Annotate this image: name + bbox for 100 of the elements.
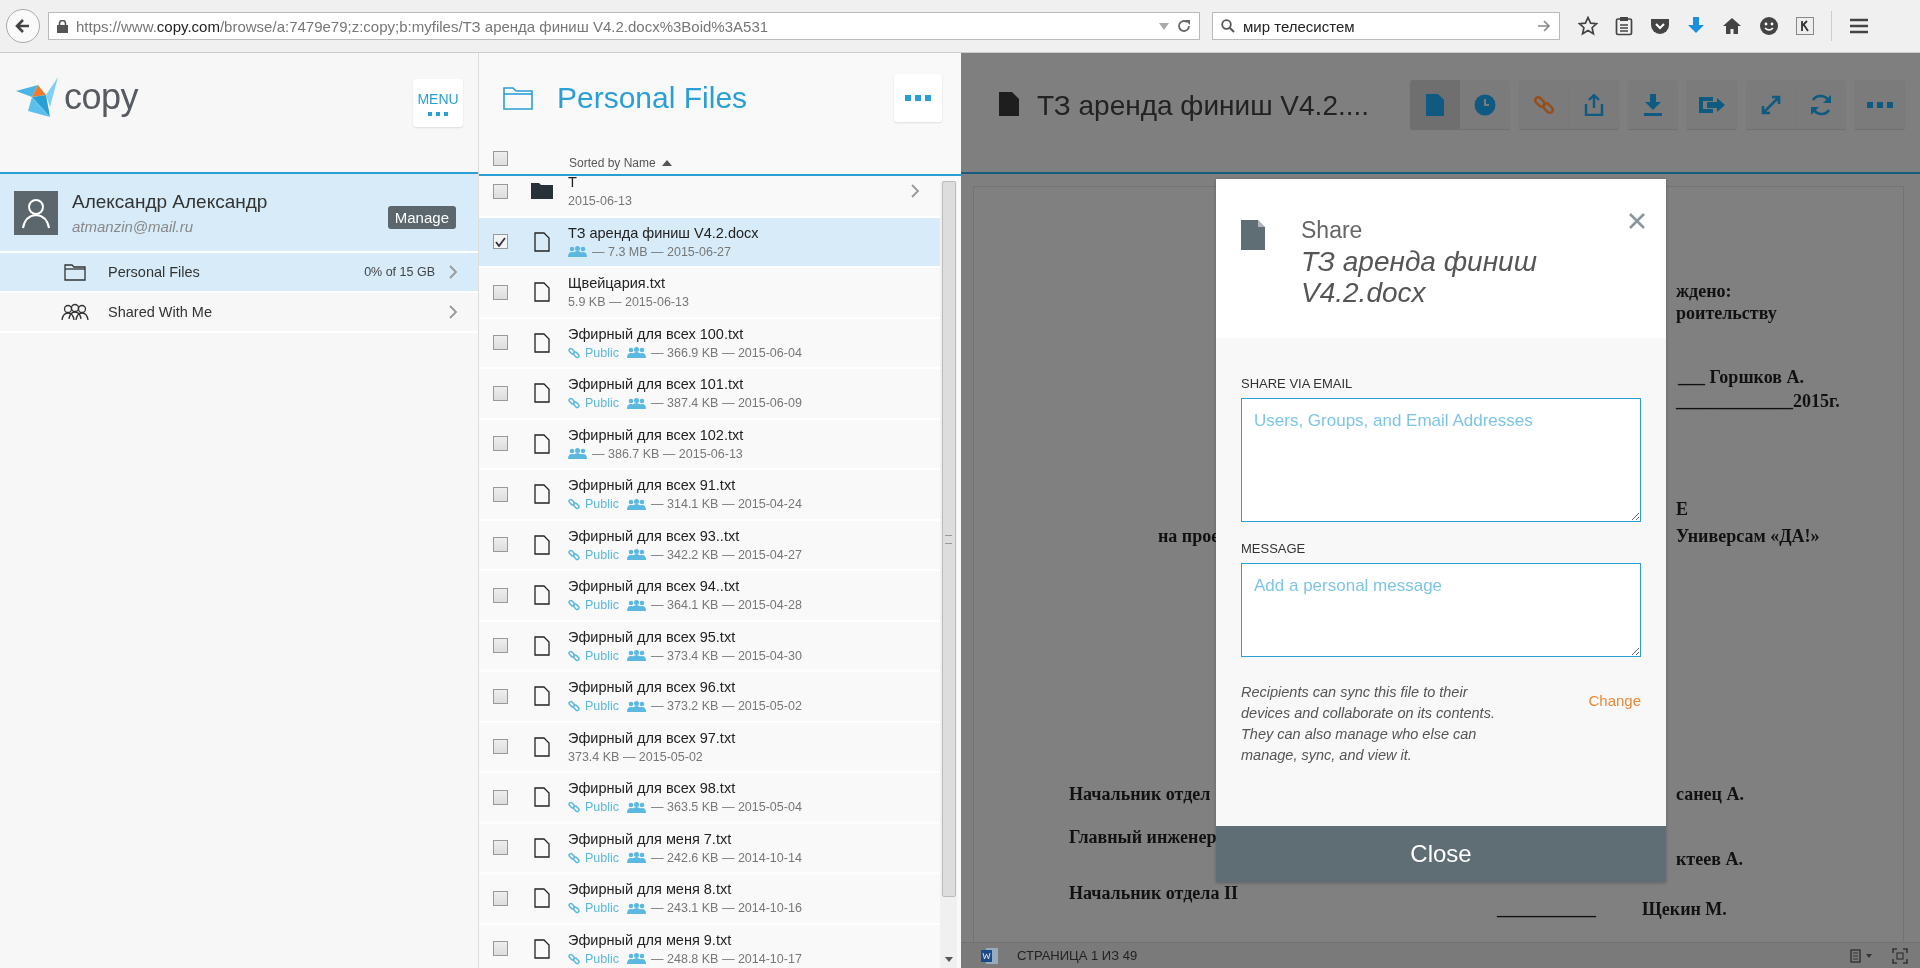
checkbox[interactable] [493, 234, 508, 250]
document-button[interactable] [1410, 80, 1460, 129]
chevron-right-icon [911, 184, 920, 199]
link-icon [568, 952, 580, 965]
file-details: — 364.1 KB — 2015-04-28 [651, 598, 802, 613]
public-label: Public [585, 951, 620, 966]
file-row[interactable]: Эфирный для всех 97.txt 373.4 KB — 2015-05-02 [479, 722, 940, 773]
checkbox[interactable] [493, 284, 508, 300]
file-name: Эфирный для всех 93..txt [568, 527, 741, 544]
reading-list-icon[interactable] [1615, 16, 1633, 36]
view-mode-icon[interactable] [1850, 948, 1874, 963]
link-icon [568, 346, 580, 359]
download-icon[interactable] [1687, 16, 1705, 36]
checkbox[interactable] [493, 385, 508, 401]
close-icon [1628, 212, 1646, 230]
clock-button[interactable] [1460, 80, 1510, 129]
checkbox[interactable] [493, 688, 508, 704]
share-icon [1584, 93, 1604, 116]
address-bar[interactable]: https://www.copy.com/browse/a:7479e79;z:copy;b:myfiles/ТЗ аренда финиш V4.2.docx%3Boid%3A531 [48, 12, 1200, 40]
checkbox[interactable] [493, 436, 508, 452]
word-document-icon [981, 946, 999, 965]
checkbox[interactable] [493, 840, 508, 856]
checkbox[interactable] [493, 587, 508, 603]
file-row[interactable]: Эфирный для всех 93..txt Public — 342.2 KB — 2015-04-27 [479, 520, 940, 571]
document-icon [1426, 93, 1444, 116]
checkbox[interactable] [493, 941, 508, 957]
move-icon [1699, 94, 1725, 115]
file-row[interactable]: Эфирный для всех 101.txt Public — 387.4 KB — 2015-06-09 [479, 369, 940, 420]
page-counter: СТРАНИЦА 1 ИЗ 49 [1017, 948, 1138, 963]
search-field[interactable]: мир телесистем [1212, 12, 1560, 40]
file-row[interactable]: Эфирный для всех 95.txt Public — 373.4 KB — 2015-04-30 [479, 621, 940, 672]
expand-button[interactable] [1746, 80, 1796, 129]
email-field[interactable]: Users, Groups, and Email Addresses [1241, 398, 1641, 522]
checkbox[interactable] [493, 335, 508, 351]
document-text: ждено: [1676, 281, 1732, 302]
document-text: Е [1676, 499, 1688, 520]
dialog-title: Share [1301, 217, 1364, 244]
file-name: Эфирный для всех 94..txt [568, 578, 741, 595]
file-row[interactable]: Эфирный для всех 94..txt Public — 364.1 KB — 2015-04-28 [479, 571, 940, 622]
more-button[interactable] [1855, 80, 1905, 129]
file-name: Эфирный для всех 98.txt [568, 780, 737, 797]
manage-button[interactable]: Manage [387, 206, 456, 229]
message-field[interactable]: Add a personal message [1241, 563, 1641, 657]
menu-icon[interactable] [1849, 18, 1869, 34]
checkbox[interactable] [493, 789, 508, 805]
extension-icon[interactable] [1796, 17, 1814, 35]
file-icon [1241, 220, 1265, 250]
pocket-icon[interactable] [1650, 17, 1670, 35]
public-label: Public [585, 648, 620, 663]
sidebar-item[interactable]: Personal Files 0% of 15 GB [0, 253, 478, 293]
document-text: санец А. [1676, 784, 1744, 805]
file-row[interactable]: Эфирный для меня 8.txt Public — 243.1 KB — 2014-10-16 [479, 874, 940, 925]
file-details: 5.9 KB — 2015-06-13 [568, 295, 689, 310]
sort-button[interactable]: Sorted by Name [569, 155, 672, 170]
checkbox[interactable] [493, 890, 508, 906]
checkbox[interactable] [493, 537, 508, 553]
file-row[interactable]: Эфирный для всех 98.txt Public — 363.5 KB — 2015-05-04 [479, 773, 940, 824]
chevron-right-icon [449, 305, 458, 319]
scrollbar[interactable] [940, 181, 957, 968]
file-row[interactable]: Эфирный для всех 102.txt — 386.7 KB — 2015-06-13 [479, 419, 940, 470]
public-label: Public [585, 497, 620, 512]
checkbox[interactable] [493, 486, 508, 502]
more-button[interactable] [894, 74, 942, 122]
file-details: — 243.1 KB — 2014-10-16 [651, 901, 802, 916]
document-text: Щекин М. [1642, 899, 1727, 920]
file-name: ТЗ аренда финиш V4.2.docx [568, 224, 760, 241]
smiley-icon[interactable] [1759, 16, 1779, 36]
home-icon[interactable] [1722, 17, 1742, 35]
file-name: Эфирный для меня 8.txt [568, 881, 733, 898]
link-icon [568, 599, 580, 612]
scroll-down-icon[interactable] [944, 957, 953, 962]
checkbox[interactable] [493, 739, 508, 755]
select-all-checkbox[interactable] [493, 151, 508, 166]
folder-icon [503, 86, 533, 110]
refresh-button[interactable] [1796, 80, 1846, 129]
checkbox[interactable] [493, 183, 508, 199]
file-row[interactable]: Эфирный для всех 96.txt Public — 373.2 KB — 2015-05-02 [479, 672, 940, 723]
file-row[interactable]: Щвейцария.txt 5.9 KB — 2015-06-13 [479, 268, 940, 319]
file-row[interactable]: Эфирный для меня 7.txt Public — 242.6 KB — 2014-10-14 [479, 823, 940, 874]
download-button[interactable] [1628, 80, 1678, 129]
move-button[interactable] [1687, 80, 1737, 129]
file-row[interactable]: Эфирный для всех 91.txt Public — 314.1 KB — 2015-04-24 [479, 470, 940, 521]
file-name: Эфирный для всех 102.txt [568, 426, 745, 443]
file-row[interactable]: Эфирный для всех 100.txt Public — 366.9 KB — 2015-06-04 [479, 318, 940, 369]
back-button[interactable] [6, 9, 40, 43]
file-name: Эфирный для меня 9.txt [568, 931, 733, 948]
document-text: Начальник отдела II [1069, 883, 1238, 904]
star-icon[interactable] [1578, 16, 1598, 36]
go-arrow-icon[interactable] [1537, 20, 1551, 32]
share-button[interactable] [1569, 80, 1619, 129]
close-button[interactable]: Close [1216, 826, 1666, 882]
refresh-icon [1809, 93, 1833, 116]
sidebar-item[interactable]: Shared With Me [0, 293, 478, 333]
dropdown-icon[interactable] [1159, 22, 1169, 30]
checkbox[interactable] [493, 638, 508, 654]
file-row[interactable]: ТЗ аренда финиш V4.2.docx — 7.3 MB — 2015-06-27 [479, 217, 940, 268]
link-icon [568, 649, 580, 662]
reload-icon[interactable] [1177, 19, 1191, 33]
link-button[interactable] [1519, 80, 1569, 129]
fullscreen-icon[interactable] [1892, 947, 1908, 964]
